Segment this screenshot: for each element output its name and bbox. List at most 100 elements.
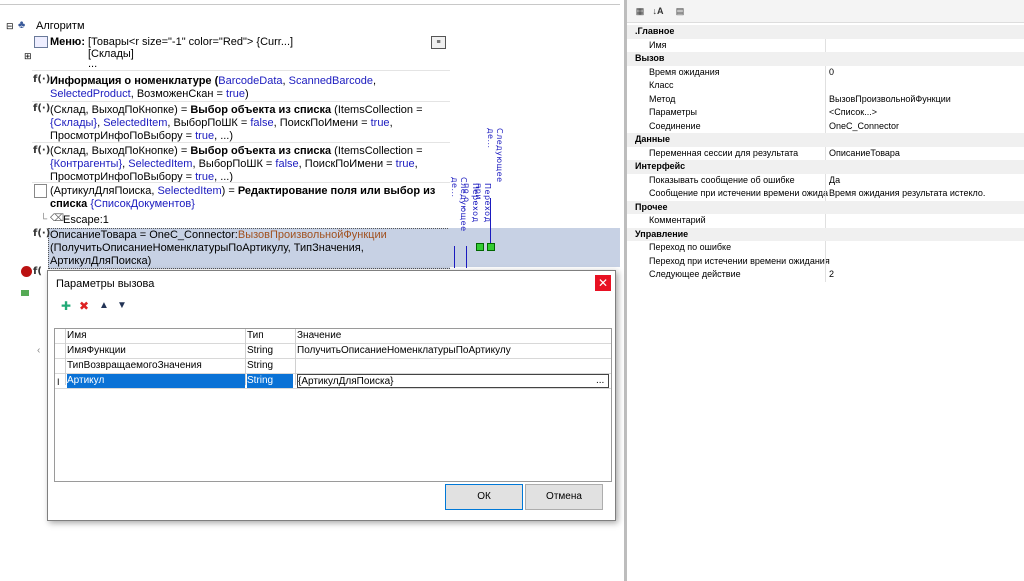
info-node[interactable]: Информация о номенклатуре (BarcodeData, … [50, 75, 450, 101]
add-icon[interactable]: ✚ [59, 299, 73, 313]
param-value-input[interactable]: {АртикулДляПоиска} [297, 374, 609, 388]
grid-line [825, 65, 826, 79]
table-row-selected[interactable]: I Артикул String {АртикулДляПоиска} ... [55, 374, 611, 389]
property-name: Переход по ошибке [649, 242, 732, 252]
function-icon: f( [33, 266, 42, 277]
property-row[interactable]: Сообщение при истечении времени ожида Вре… [627, 187, 1024, 201]
property-name: Параметры [649, 107, 697, 117]
property-value[interactable]: Время ожидания результата истекло. [829, 187, 985, 201]
property-pages-icon[interactable]: ▤ [673, 4, 687, 18]
property-category-label: Данные [635, 134, 670, 144]
branch-line [466, 246, 467, 268]
param-type[interactable]: String [247, 359, 293, 373]
property-value[interactable]: 2 [829, 268, 834, 282]
grid-line [825, 106, 826, 120]
grid-line [825, 38, 826, 52]
param-type[interactable]: String [247, 344, 293, 358]
branch-connector: └ [40, 214, 48, 225]
grid-line [295, 329, 296, 385]
property-name: Комментарий [649, 215, 706, 225]
property-name: Сообщение при истечении времени ожида [649, 188, 829, 198]
property-row[interactable]: Следующее действие 2 [627, 268, 1024, 282]
close-icon[interactable]: ✕ [595, 275, 611, 291]
property-row[interactable]: Параметры <Список...> [627, 106, 1024, 120]
property-value[interactable]: ВызовПроизвольнойФункции [829, 93, 951, 107]
categorized-view-icon[interactable]: ▦ [633, 4, 647, 18]
move-down-icon[interactable]: ▼ [115, 299, 129, 313]
grid-line [825, 268, 826, 282]
param-type[interactable]: String [247, 374, 293, 388]
grid-line [825, 79, 826, 93]
property-name: Соединение [649, 120, 701, 131]
delete-icon[interactable]: ✖ [77, 299, 91, 313]
property-row[interactable]: Метод ВызовПроизвольнойФункции [627, 92, 1024, 107]
collapse-toggle[interactable]: ⊟ [6, 20, 14, 32]
breakpoint-icon[interactable] [21, 266, 32, 277]
grid-header: Имя Тип Значение [55, 329, 611, 344]
property-category[interactable]: .Главное [627, 25, 1024, 39]
branch-line [454, 246, 455, 268]
column-header-type[interactable]: Тип [247, 329, 293, 343]
branch-connector-dot[interactable] [476, 243, 484, 251]
escape-branch-label[interactable]: Escape:1 [63, 214, 109, 227]
function-call-icon: f(·) [33, 228, 51, 239]
property-category[interactable]: Прочее [627, 200, 1024, 214]
ok-button[interactable]: ОК [445, 484, 523, 510]
call-function-node[interactable]: ОписаниеТовара = OneC_Connector:ВызовПро… [50, 229, 446, 268]
move-up-icon[interactable]: ▲ [97, 299, 111, 313]
branch-line [490, 198, 491, 244]
properties-toolbar: ▦ ↓A ▤ [627, 0, 1024, 23]
table-row[interactable]: ТипВозвращаемогоЗначения String [55, 359, 611, 374]
grid-line [245, 329, 246, 385]
property-category-label: Управление [635, 228, 689, 239]
property-row[interactable]: Комментарий [627, 214, 1024, 228]
expand-toggle[interactable]: ⊞ [24, 51, 32, 62]
select-object-node-counterparties[interactable]: (Склад, ВыходПоКнопке) = Выбор объекта и… [50, 145, 450, 184]
property-value[interactable]: Да [829, 174, 840, 188]
property-value[interactable]: OneC_Connector [829, 120, 899, 134]
property-value[interactable]: ОписаниеТовара [829, 147, 900, 161]
ellipsis-button[interactable]: ... [596, 374, 604, 388]
property-name: Время ожидания [649, 66, 720, 77]
column-header-name[interactable]: Имя [67, 329, 245, 343]
property-name: Переход при истечении времени ожидания [649, 255, 830, 266]
property-row[interactable]: Класс [627, 79, 1024, 93]
property-row[interactable]: Переход по ошибке [627, 241, 1024, 255]
param-value[interactable] [297, 359, 607, 373]
param-name[interactable]: ТипВозвращаемогоЗначения [67, 359, 245, 373]
property-row[interactable]: Имя [627, 38, 1024, 52]
tree-root-label: Алгоритм [36, 20, 85, 32]
table-row[interactable]: ИмяФункции String ПолучитьОписаниеНоменк… [55, 344, 611, 359]
edit-field-icon [34, 184, 47, 198]
param-name[interactable]: Артикул [67, 374, 245, 388]
cancel-button[interactable]: Отмена [525, 484, 603, 510]
param-value[interactable]: ПолучитьОписаниеНоменклатурыПоАртикулу [297, 344, 607, 358]
select-object-node-warehouses[interactable]: (Склад, ВыходПоКнопке) = Выбор объекта и… [50, 104, 450, 143]
menu-edit-icon[interactable]: ≡ [431, 36, 446, 49]
property-value[interactable]: <Список...> [829, 106, 877, 120]
property-row[interactable]: Показывать сообщение об ошибке Да [627, 173, 1024, 188]
param-name[interactable]: ИмяФункции [67, 344, 245, 358]
property-category-label: Вызов [635, 53, 665, 63]
property-value[interactable]: 0 [829, 66, 834, 80]
alphabetical-sort-icon[interactable]: ↓A [651, 4, 665, 18]
branch-label-next-action: Следующее де... [486, 128, 504, 183]
property-category[interactable]: Данные [627, 133, 1024, 147]
dialog-toolbar: ✚ ✖ ▲ ▼ [53, 297, 133, 317]
column-header-value[interactable]: Значение [297, 329, 607, 343]
property-name: Метод [649, 93, 676, 104]
function-icon: f(·) [33, 145, 51, 156]
property-category[interactable]: Интерфейс [627, 160, 1024, 174]
property-row[interactable]: Соединение OneC_Connector [627, 119, 1024, 134]
branch-connector-dot[interactable] [487, 243, 495, 251]
property-name: Имя [649, 39, 667, 50]
property-category[interactable]: Управление [627, 227, 1024, 241]
property-row[interactable]: Время ожидания 0 [627, 65, 1024, 80]
menu-node-label: Меню: [50, 36, 85, 48]
property-category[interactable]: Вызов [627, 52, 1024, 66]
property-category-label: Прочее [635, 201, 668, 212]
property-row[interactable]: Переход при истечении времени ожидания [627, 254, 1024, 268]
property-row[interactable]: Переменная сессии для результата Описание… [627, 146, 1024, 161]
edit-field-node[interactable]: (АртикулДляПоиска, SelectedItem) = Редак… [50, 185, 450, 211]
tree-node-marker: ‹ [37, 345, 41, 356]
